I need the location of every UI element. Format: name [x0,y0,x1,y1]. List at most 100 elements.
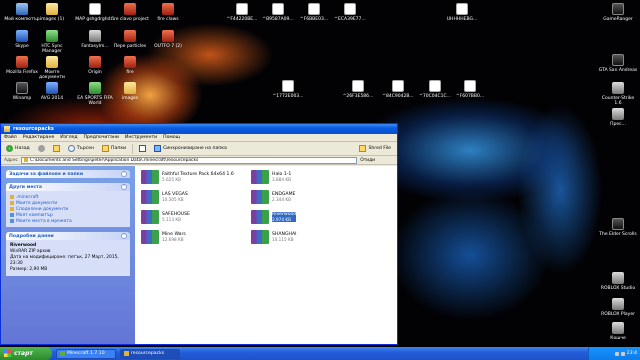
panel-header[interactable]: Други места ˄ [6,183,130,191]
winrar-archive-icon [141,170,159,184]
winrar-archive-icon [141,190,159,204]
desktop-icon-elder-scrolls[interactable]: The Elder Scrolls [598,218,638,237]
file-icon [272,3,284,15]
app-icon [612,108,624,120]
go-button[interactable]: Отиди [360,158,397,163]
views-button[interactable] [137,144,148,154]
desktop-icon-fantasy[interactable]: FantasyIm... [75,30,115,49]
desktop-icon-file-5[interactable]: UHHHHEBG... [442,3,482,22]
computer-icon [16,3,28,15]
file-item[interactable]: LAS VEGAS 10.305 KB [141,190,261,204]
desktop-icon-file-1[interactable]: ^F44220BE... [222,3,262,22]
desktop-icon-fire-claws[interactable]: fire claws [148,3,188,22]
avg-icon [46,82,58,94]
desktop-icon-roblox-studio[interactable]: ROBLOX Studio [598,272,638,291]
file-icon [282,80,294,92]
winrar-archive-icon [251,170,269,184]
desktop-icon-fifa[interactable]: EA SPORTS FIFA World [75,82,115,106]
up-button[interactable] [51,144,62,154]
tray-icon[interactable] [614,351,619,356]
folder-icon [46,3,58,15]
desktop-icon-map[interactable]: МАР gshgdrghd... [75,3,115,22]
explorer-window[interactable]: resourcepacks Файл Редактиране Изглед Пр… [0,123,398,345]
folder-icon [4,126,10,132]
search-button[interactable]: Търсен [66,144,96,154]
chevron-up-icon[interactable]: ˄ [121,233,127,239]
start-button[interactable]: старт [0,347,52,360]
file-item[interactable]: SHANGHAI 10.115 KB [251,230,371,244]
menu-bar: Файл Редактиране Изглед Предпочитани Инс… [1,134,397,142]
taskbar: старт Minecraft 1.7.10 resourcepacks 23:… [0,347,640,360]
window-titlebar[interactable]: resourcepacks [1,124,397,134]
sync-icon [154,145,162,152]
folder-icon [124,82,136,94]
menu-edit[interactable]: Редактиране [23,135,55,140]
menu-tools[interactable]: Инструменти [125,135,157,140]
address-input[interactable]: C:\Documents and Settings\peter\Applicat… [20,156,358,164]
tray-icon[interactable] [620,351,625,356]
app-icon [162,30,174,42]
desktop-icon-file-9[interactable]: ^70C04C1C... [415,80,455,99]
desktop-icon-outfo[interactable]: OUTFO 7 (2) [148,30,188,49]
file-icon [308,3,320,15]
desktop-icon-fire[interactable]: fire [110,56,150,75]
taskbar-item-resourcepacks[interactable]: resourcepacks [120,348,180,359]
desktop-icon-file-3[interactable]: ^F6BBE03... [294,3,334,22]
desktop-icon-my-documents[interactable]: Моите документи [32,56,72,80]
desktop-icon-file-8[interactable]: ^84C9042B... [378,80,418,99]
documents-icon [10,201,14,205]
detail-size: Размер: 2,90 MB [10,267,48,272]
file-item[interactable]: Mine Wars 12.698 KB [141,230,261,244]
desktop-icon-particles[interactable]: Пере particles [110,30,150,49]
menu-favorites[interactable]: Предпочитани [84,135,119,140]
panel-header[interactable]: Задачи за файлове и папки ˅ [6,170,130,178]
panel-header[interactable]: Подробни данни ˄ [6,232,130,240]
sync-folder-button[interactable]: Синхронизиране на папка [152,144,229,154]
menu-view[interactable]: Изглед [60,135,77,140]
toolbar: ‹ Назад Търсен Папки Синхронизиране на п… [1,142,397,156]
desktop-icon-counter-strike[interactable]: Counter-Strike 1.6 [598,82,638,106]
file-folder-tasks-panel: Задачи за файлове и папки ˅ [6,170,130,178]
desktop-icon-images[interactable]: images [110,82,150,101]
forward-button[interactable] [36,144,47,154]
app-icon [46,30,58,42]
desktop-icon-gameranger[interactable]: GameRanger [598,3,638,22]
folders-button[interactable]: Папки [100,144,128,154]
desktop-icon-images-1[interactable]: images (1) [32,3,72,22]
file-item[interactable]: Halo 1-1 3.884 KB [251,170,371,184]
roblox-icon [612,298,624,310]
file-item[interactable]: ENDGAME 2.344 KB [251,190,371,204]
game-icon [612,82,624,94]
desktop-icon-file-6[interactable]: ^1772E003... [268,80,308,99]
menu-help[interactable]: Помощ [163,135,180,140]
desktop-icon-avg[interactable]: AVG 2014 [32,82,72,101]
back-button[interactable]: ‹ Назад [4,144,32,154]
desktop-icon-file-7[interactable]: ^26F3E586... [338,80,378,99]
desktop-icon-roblox-player[interactable]: ROBLOX Player [598,298,638,317]
winrar-archive-icon [141,210,159,224]
desktop-icon-file-2[interactable]: ^B9587A09... [258,3,298,22]
file-item[interactable]: SAFEHOUSE 5.113 KB [141,210,261,224]
clock[interactable]: 23:4 [627,351,637,356]
desktop-icon-fire-clavo-project[interactable]: fire clavo project [110,3,150,22]
desktop-icon-htc-sync[interactable]: HTC Sync Manager [32,30,72,54]
desktop-icon-file-10[interactable]: ^F607BB0... [450,80,490,99]
desktop-icon-file-4[interactable]: ^ECA39E77... [330,3,370,22]
winrar-archive-icon [251,210,269,224]
taskbar-item-minecraft[interactable]: Minecraft 1.7.10 [56,348,116,359]
chevron-up-icon[interactable]: ˄ [121,184,127,190]
folder-icon [10,195,14,199]
file-item[interactable]: Faithful Texture Pack 64x64 1.6 5.625 KB [141,170,261,184]
menu-file[interactable]: Файл [4,135,17,140]
place-link-network[interactable]: Моите места в мрежата [10,218,126,224]
desktop-icon-gta[interactable]: GTA San Andreas [598,54,638,73]
desktop-icon-pres[interactable]: Прес... [598,108,638,127]
app-icon [124,3,136,15]
shred-file-button[interactable]: Shred File [357,144,393,154]
desktop-icon-origin[interactable]: Origin [75,56,115,75]
chevron-down-icon[interactable]: ˅ [121,171,127,177]
detail-name: Riverwood [10,243,37,248]
file-icon [464,80,476,92]
file-item-selected[interactable]: Riverwood 2.974 KB [251,210,371,224]
desktop-icon-recycle-bin[interactable]: Кошче [598,322,638,341]
